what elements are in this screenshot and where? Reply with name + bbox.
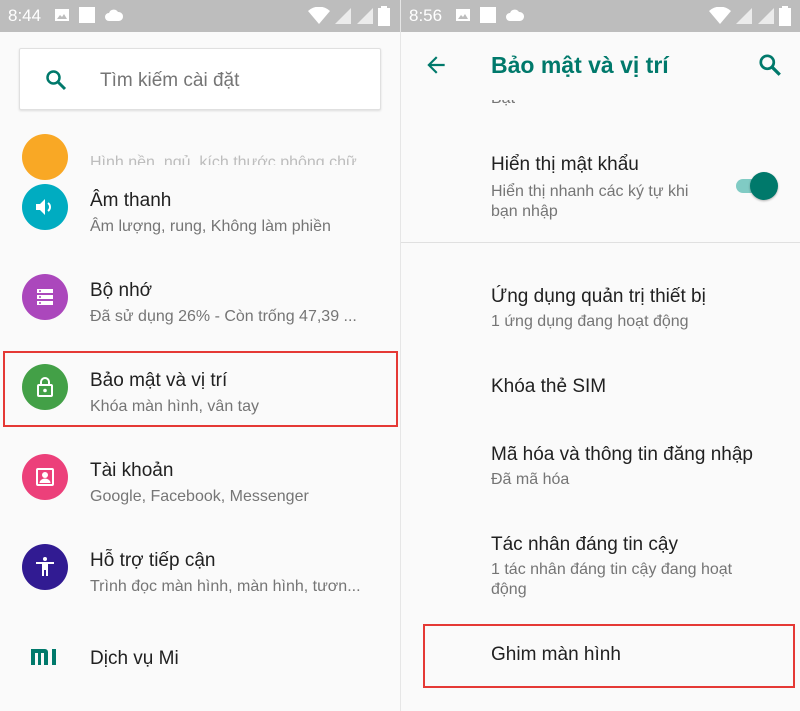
search-icon — [46, 70, 67, 91]
image-notification-icon — [456, 9, 470, 21]
search-icon[interactable] — [757, 52, 783, 78]
settings-item-title: Mã hóa và thông tin đăng nhập — [491, 444, 753, 465]
cloud-icon — [105, 9, 124, 21]
settings-item-title: Ứng dụng quản trị thiết bị — [491, 286, 706, 307]
square-notification-icon — [79, 7, 95, 23]
settings-item-storage[interactable]: Bộ nhớ Đã sử dụng 26% - Còn trống 47,39 … — [0, 252, 400, 342]
image-notification-icon — [55, 9, 69, 21]
status-bar: 8:44 — [0, 0, 400, 32]
settings-item-title: Tác nhân đáng tin cậy — [491, 534, 678, 555]
settings-item-sub: Đã mã hóa — [491, 471, 570, 488]
device-admin-apps-item[interactable]: Ứng dụng quản trị thiết bị 1 ứng dụng đa… — [401, 284, 800, 344]
account-icon — [22, 454, 68, 500]
wifi-icon — [709, 7, 731, 24]
security-settings-panel: 8:56 Bật Bảo mật và vị trí Hiển thị mật … — [400, 0, 800, 711]
highlight-box — [423, 624, 795, 688]
search-placeholder: Tìm kiếm cài đặt — [100, 70, 240, 91]
back-arrow-icon[interactable] — [423, 52, 449, 78]
settings-item-title: Dịch vụ Mi — [90, 648, 179, 669]
show-password-sub: Hiển thị nhanh các ký tự khi bạn nhập — [491, 183, 689, 220]
show-password-toggle[interactable] — [736, 172, 778, 200]
storage-icon — [22, 274, 68, 320]
settings-item-title: Tài khoản — [90, 460, 174, 481]
settings-item-title: Bộ nhớ — [90, 280, 153, 301]
signal-icon — [736, 8, 752, 24]
signal-icon — [335, 8, 351, 24]
page-title: Bảo mật và vị trí — [491, 52, 669, 78]
square-notification-icon — [480, 7, 496, 23]
settings-item-sub: Đã sử dụng 26% - Còn trống 47,39 ... — [90, 308, 357, 325]
mi-logo-icon — [22, 634, 68, 680]
settings-item-title: Hỗ trợ tiếp cận — [90, 550, 216, 571]
settings-main-panel: 8:44 Hình nền, ngủ, kích thước phông chữ… — [0, 0, 400, 711]
search-settings-box[interactable]: Tìm kiếm cài đặt — [19, 48, 381, 110]
status-bar: 8:56 — [401, 0, 800, 32]
signal-icon-2 — [758, 8, 774, 24]
section-divider — [401, 242, 800, 243]
sim-lock-item[interactable]: Khóa thẻ SIM — [401, 374, 800, 414]
trust-agents-item[interactable]: Tác nhân đáng tin cậy 1 tác nhân đáng ti… — [401, 532, 800, 612]
settings-item-sub: 1 tác nhân đáng tin cậy đang hoạt động — [491, 561, 733, 598]
volume-icon — [22, 184, 68, 230]
wifi-icon — [308, 7, 330, 24]
settings-item-title: Âm thanh — [90, 190, 172, 211]
signal-icon-2 — [357, 8, 373, 24]
accessibility-icon — [22, 544, 68, 590]
battery-icon — [378, 6, 390, 26]
status-time: 8:44 — [8, 6, 42, 25]
settings-item-accounts[interactable]: Tài khoản Google, Facebook, Messenger — [0, 432, 400, 522]
settings-item-title: Khóa thẻ SIM — [491, 376, 607, 397]
encryption-credentials-item[interactable]: Mã hóa và thông tin đăng nhập Đã mã hóa — [401, 442, 800, 502]
settings-item-accessibility[interactable]: Hỗ trợ tiếp cận Trình đọc màn hình, màn … — [0, 522, 400, 612]
toggle-thumb — [750, 172, 778, 200]
cloud-icon — [506, 9, 525, 21]
show-password-title: Hiển thị mật khẩu — [491, 154, 639, 175]
highlight-box — [3, 351, 398, 427]
battery-icon — [779, 6, 791, 26]
status-time: 8:56 — [409, 6, 443, 25]
settings-item-sub: 1 ứng dụng đang hoạt động — [491, 313, 689, 330]
settings-item-sub: Google, Facebook, Messenger — [90, 488, 309, 505]
settings-item-sound[interactable]: Âm thanh Âm lượng, rung, Không làm phiền — [0, 162, 400, 252]
settings-item-sub: Âm lượng, rung, Không làm phiền — [90, 218, 331, 235]
settings-item-mi-services[interactable]: Dịch vụ Mi — [0, 612, 400, 702]
settings-item-sub: Trình đọc màn hình, màn hình, tươn... — [90, 578, 361, 595]
app-bar: Bảo mật và vị trí — [401, 32, 800, 100]
